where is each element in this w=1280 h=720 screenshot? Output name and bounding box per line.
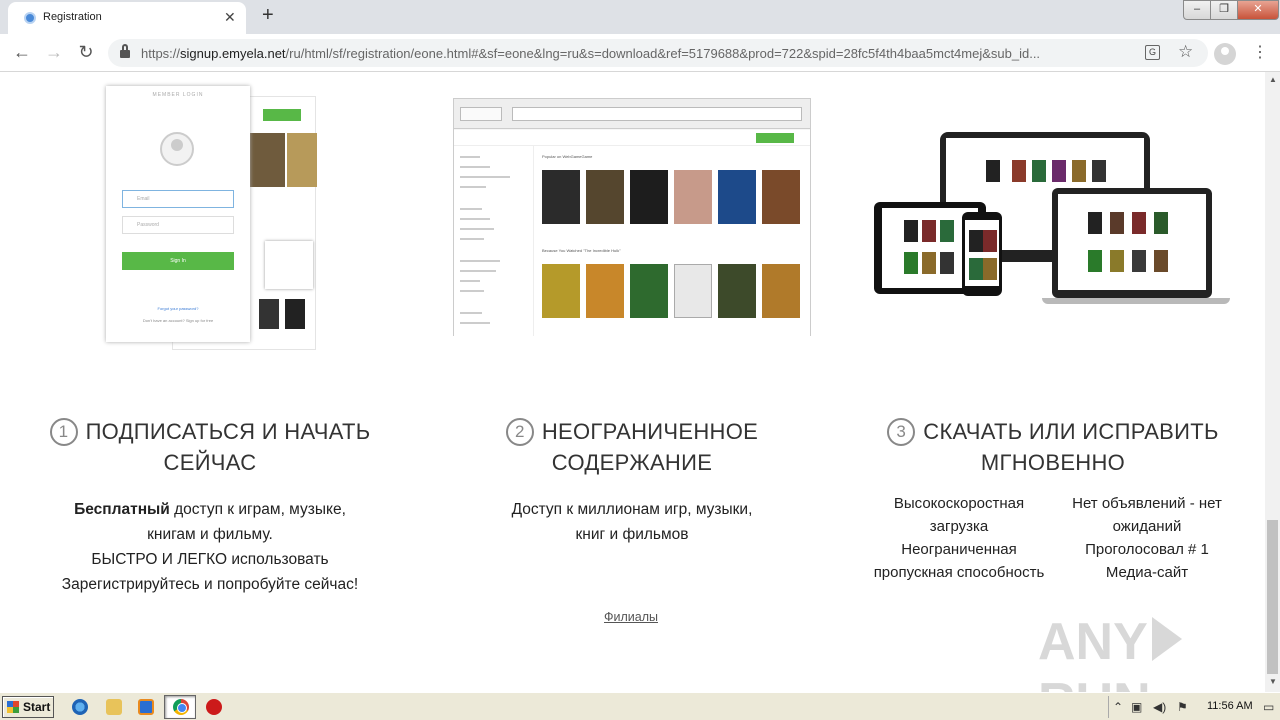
tab-strip: Registration ✕ + – ❐ ✕ xyxy=(0,0,1280,34)
new-tab-button[interactable]: + xyxy=(262,4,274,27)
step-1: 1 ПОДПИСАТЬСЯ И НАЧАТЬ СЕЙЧАС Бесплатный д… xyxy=(20,416,400,597)
signup-prompt: Don't have an account? Sign up for free xyxy=(142,318,214,323)
step-2-description: Доступ к миллионам игр, музыки, книг и ф… xyxy=(511,501,753,543)
scroll-up-arrow-icon[interactable]: ▲ xyxy=(1269,75,1277,84)
bookmark-star-icon[interactable]: ☆ xyxy=(1178,42,1193,62)
step-2-heading: 2 НЕОГРАНИЧЕННОЕ СОДЕРЖАНИЕ xyxy=(442,416,822,478)
network-icon[interactable]: ▣ xyxy=(1131,700,1142,714)
forward-arrow-icon[interactable]: → xyxy=(44,42,64,63)
step-1-description: Бесплатный доступ к играм, музыке, книга… xyxy=(61,501,359,593)
step-3-number: 3 xyxy=(887,418,916,446)
site-favicon-icon xyxy=(24,12,36,24)
volume-icon[interactable]: ◀) xyxy=(1153,700,1166,714)
email-field: Email xyxy=(122,190,234,208)
vertical-scrollbar[interactable]: ▲ ▼ xyxy=(1265,72,1280,692)
tab-registration[interactable]: Registration ✕ xyxy=(8,2,246,34)
url-text[interactable]: https://signup.emyela.net/ru/html/sf/reg… xyxy=(141,46,1131,61)
devices-illustration xyxy=(874,132,1234,304)
address-bar[interactable]: https://signup.emyela.net/ru/html/sf/reg… xyxy=(108,39,1208,67)
media-player-icon[interactable] xyxy=(138,699,154,715)
password-field: Password xyxy=(122,216,234,234)
translate-icon[interactable]: G xyxy=(1145,45,1160,60)
show-desktop-icon[interactable]: ▭ xyxy=(1263,700,1274,714)
affiliates-link[interactable]: Филиалы xyxy=(604,610,658,624)
browser-menu-icon[interactable]: ⋮ xyxy=(1252,42,1268,62)
start-button[interactable]: Start xyxy=(2,696,54,718)
login-title: MEMBER LOGIN xyxy=(152,92,204,98)
member-login-panel: MEMBER LOGIN Email Password Sign In Forg… xyxy=(106,86,250,342)
reload-icon[interactable]: ↻ xyxy=(76,42,96,63)
sign-in-button: Sign In xyxy=(122,252,234,270)
step-1-heading: 1 ПОДПИСАТЬСЯ И НАЧАТЬ СЕЙЧАС xyxy=(20,416,400,478)
back-arrow-icon[interactable]: ← xyxy=(12,42,32,63)
step-3-features-right: Нет объявлений - нет ожиданий Проголосов… xyxy=(1072,495,1222,581)
taskbar: Start ⌃ ▣ ◀) ⚑ 11:56 AM ▭ xyxy=(0,692,1280,720)
taskbar-clock[interactable]: 11:56 AM xyxy=(1207,700,1253,712)
browser-illustration: Popular on WebGameGame Because You Watch… xyxy=(453,98,811,336)
user-avatar-icon xyxy=(160,132,194,166)
internet-explorer-icon[interactable] xyxy=(72,699,88,715)
play-icon xyxy=(1151,617,1182,661)
chrome-taskbar-button[interactable] xyxy=(164,695,196,719)
window-close-button[interactable]: ✕ xyxy=(1237,0,1279,20)
chrome-icon xyxy=(173,699,189,715)
minimize-button[interactable]: – xyxy=(1183,0,1211,20)
maximize-button[interactable]: ❐ xyxy=(1210,0,1238,20)
tab-close-icon[interactable]: ✕ xyxy=(224,9,236,26)
step-2: 2 НЕОГРАНИЧЕННОЕ СОДЕРЖАНИЕ Доступ к милли… xyxy=(442,416,822,547)
step-3-features-left: Высокоскоростная загрузка Неограниченная… xyxy=(873,495,1045,581)
step-2-number: 2 xyxy=(505,418,534,446)
lock-icon xyxy=(120,44,130,59)
profile-avatar-icon[interactable] xyxy=(1214,43,1236,65)
step-3-heading: 3 СКАЧАТЬ ИЛИ ИСПРАВИТЬ МГНОВЕННО xyxy=(863,416,1243,478)
scroll-down-arrow-icon[interactable]: ▼ xyxy=(1269,677,1277,686)
because-heading: Because You Watched "The Incredible Hulk… xyxy=(542,248,621,253)
anyrun-watermark: ANYRUN xyxy=(1038,612,1265,692)
system-tray: ⌃ ▣ ◀) ⚑ 11:56 AM ▭ xyxy=(1108,696,1280,718)
step-1-number: 1 xyxy=(49,418,78,446)
scrollbar-thumb[interactable] xyxy=(1267,520,1278,674)
explorer-folder-icon[interactable] xyxy=(106,699,122,715)
popular-heading: Popular on WebGameGame xyxy=(542,154,593,159)
tray-expand-icon[interactable]: ⌃ xyxy=(1113,700,1123,714)
shield-alert-icon[interactable] xyxy=(206,699,222,715)
flag-icon[interactable]: ⚑ xyxy=(1177,700,1188,714)
forgot-password-link: Forgot your password? xyxy=(157,306,199,311)
page-viewport: MEMBER LOGIN Email Password Sign In Forg… xyxy=(0,72,1265,692)
step-3: 3 СКАЧАТЬ ИЛИ ИСПРАВИТЬ МГНОВЕННО xyxy=(863,416,1243,478)
tab-title: Registration xyxy=(43,11,102,23)
login-illustration: MEMBER LOGIN Email Password Sign In Forg… xyxy=(106,86,318,350)
browser-toolbar: ← → ↻ https://signup.emyela.net/ru/html/… xyxy=(0,34,1280,72)
